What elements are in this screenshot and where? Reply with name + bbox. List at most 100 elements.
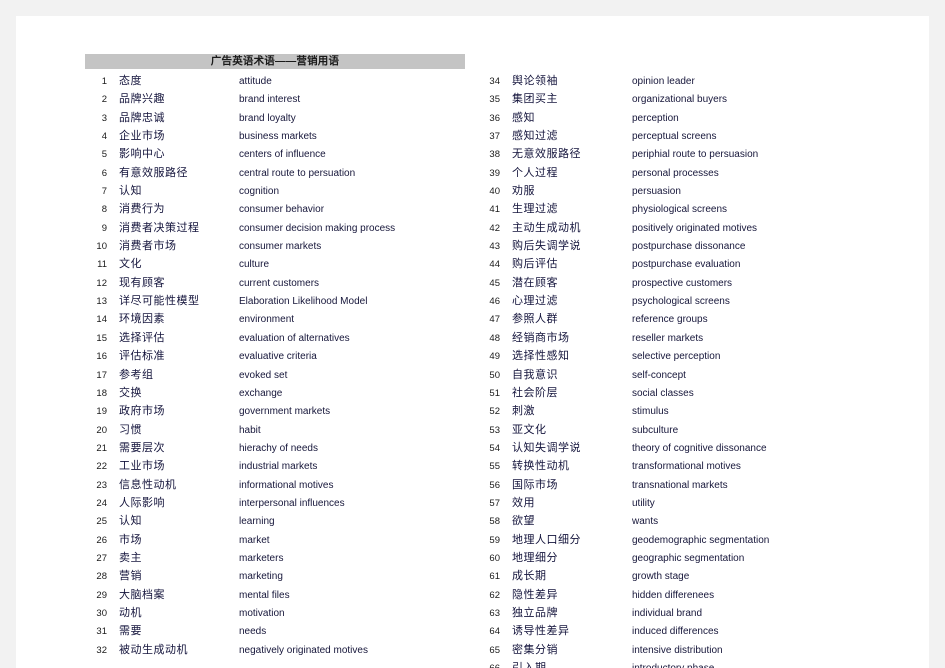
term-english: interpersonal influences	[239, 497, 345, 509]
term-chinese: 有意效服路径	[119, 165, 188, 179]
term-chinese: 亚文化	[512, 422, 547, 436]
row-number: 28	[96, 571, 107, 583]
term-english: organizational buyers	[632, 94, 728, 106]
term-chinese: 自我意识	[512, 367, 558, 381]
term-english: consumer markets	[239, 241, 322, 253]
term-english: informational motives	[239, 479, 334, 491]
term-english: market	[239, 534, 270, 546]
row-number: 6	[101, 167, 107, 179]
glossary-row: 45 潜在顾客 prospective customers	[478, 274, 858, 292]
glossary-row: 8 消费行为 consumer behavior	[85, 200, 465, 218]
glossary-row: 10 消费者市场 consumer markets	[85, 237, 465, 255]
glossary-row: 66 引入期 introductory phase	[478, 659, 858, 668]
row-number: 43	[489, 241, 500, 253]
glossary-row: 3 品牌忠诚 brand loyalty	[85, 109, 465, 127]
row-number: 42	[489, 222, 500, 234]
glossary-row: 13 详尽可能性模型 Elaboration Likelihood Model	[85, 292, 465, 310]
row-number: 22	[96, 461, 107, 473]
term-chinese: 集团买主	[512, 92, 558, 106]
term-chinese: 社会阶层	[512, 385, 558, 399]
term-chinese: 详尽可能性模型	[119, 294, 200, 308]
glossary-row: 9 消费者决策过程 consumer decision making process	[85, 219, 465, 237]
glossary-row: 15 选择评估 evaluation of alternatives	[85, 329, 465, 347]
term-chinese: 无意效服路径	[512, 147, 581, 161]
term-english: hidden differenees	[632, 589, 715, 601]
row-number: 13	[96, 296, 107, 308]
term-english: brand interest	[239, 94, 301, 106]
term-english: government markets	[239, 406, 331, 418]
term-english: subculture	[632, 424, 679, 436]
glossary-column-right: 34 舆论领袖 opinion leader 35 集团买主 organizational…	[478, 54, 858, 668]
term-english: personal processes	[632, 167, 719, 179]
row-number: 34	[489, 76, 500, 87]
row-number: 38	[489, 149, 500, 161]
glossary-row: 7 认知 cognition	[85, 182, 465, 200]
row-number: 60	[489, 552, 500, 564]
row-number: 63	[489, 607, 500, 619]
term-english: hierachy of needs	[239, 442, 318, 454]
term-english: attitude	[239, 76, 272, 87]
term-chinese: 个人过程	[512, 165, 558, 179]
row-number: 56	[489, 479, 500, 491]
glossary-row: 51 社会阶层 social classes	[478, 384, 858, 402]
term-chinese: 潜在顾客	[512, 275, 558, 289]
row-number: 41	[489, 204, 500, 216]
row-number: 44	[489, 259, 500, 271]
term-chinese: 成长期	[512, 569, 547, 583]
term-chinese: 密集分销	[512, 642, 558, 656]
glossary-row: 59 地理人口细分 geodemographic segmentation	[478, 531, 858, 549]
term-english: business markets	[239, 131, 317, 143]
row-number: 19	[96, 406, 107, 418]
term-english: marketing	[239, 571, 283, 583]
term-chinese: 现有顾客	[119, 275, 165, 289]
term-english: prospective customers	[632, 277, 733, 289]
term-chinese: 购后失调学说	[512, 239, 581, 253]
term-chinese: 政府市场	[119, 404, 165, 418]
glossary-row: 56 国际市场 transnational markets	[478, 476, 858, 494]
term-chinese: 主动生成动机	[512, 220, 581, 234]
term-english: perception	[632, 112, 679, 124]
row-number: 27	[96, 552, 107, 564]
term-chinese: 参考组	[119, 367, 154, 381]
term-english: industrial markets	[239, 461, 318, 473]
row-number: 4	[101, 131, 107, 143]
term-english: wants	[632, 516, 659, 528]
glossary-row: 53 亚文化 subculture	[478, 421, 858, 439]
glossary-title-bar-spacer	[478, 54, 858, 69]
term-english: stimulus	[632, 406, 669, 418]
term-english: theory of cognitive dissonance	[632, 442, 767, 454]
row-number: 35	[489, 94, 500, 106]
term-chinese: 人际影响	[119, 495, 165, 509]
row-number: 55	[489, 461, 500, 473]
term-english: transformational motives	[632, 461, 741, 473]
term-chinese: 诱导性差异	[512, 624, 570, 638]
glossary-row: 65 密集分销 intensive distribution	[478, 641, 858, 659]
row-number: 36	[489, 112, 500, 124]
row-number: 18	[96, 387, 107, 399]
term-chinese: 独立品牌	[512, 605, 558, 619]
row-number: 62	[489, 589, 500, 601]
glossary-row: 57 效用 utility	[478, 494, 858, 512]
term-english: selective perception	[632, 351, 721, 363]
term-english: postpurchase evaluation	[632, 259, 741, 271]
term-chinese: 认知失调学说	[512, 440, 581, 454]
term-english: marketers	[239, 552, 284, 564]
term-chinese: 文化	[119, 257, 142, 271]
term-english: brand loyalty	[239, 112, 296, 124]
glossary-row: 23 信息性动机 informational motives	[85, 476, 465, 494]
glossary-row: 5 影响中心 centers of influence	[85, 145, 465, 163]
row-number: 9	[101, 222, 107, 234]
row-number: 5	[101, 149, 107, 161]
glossary-row: 19 政府市场 government markets	[85, 402, 465, 420]
glossary-row: 29 大脑档案 mental files	[85, 586, 465, 604]
row-number: 53	[489, 424, 500, 436]
term-english: psychological screens	[632, 296, 730, 308]
row-number: 2	[101, 94, 107, 106]
row-number: 46	[489, 296, 500, 308]
row-number: 1	[101, 76, 107, 87]
glossary-row: 17 参考组 evoked set	[85, 366, 465, 384]
glossary-row: 60 地理细分 geographic segmentation	[478, 549, 858, 567]
term-chinese: 消费行为	[119, 202, 165, 216]
term-chinese: 品牌忠诚	[119, 110, 165, 124]
term-chinese: 隐性差异	[512, 587, 558, 601]
